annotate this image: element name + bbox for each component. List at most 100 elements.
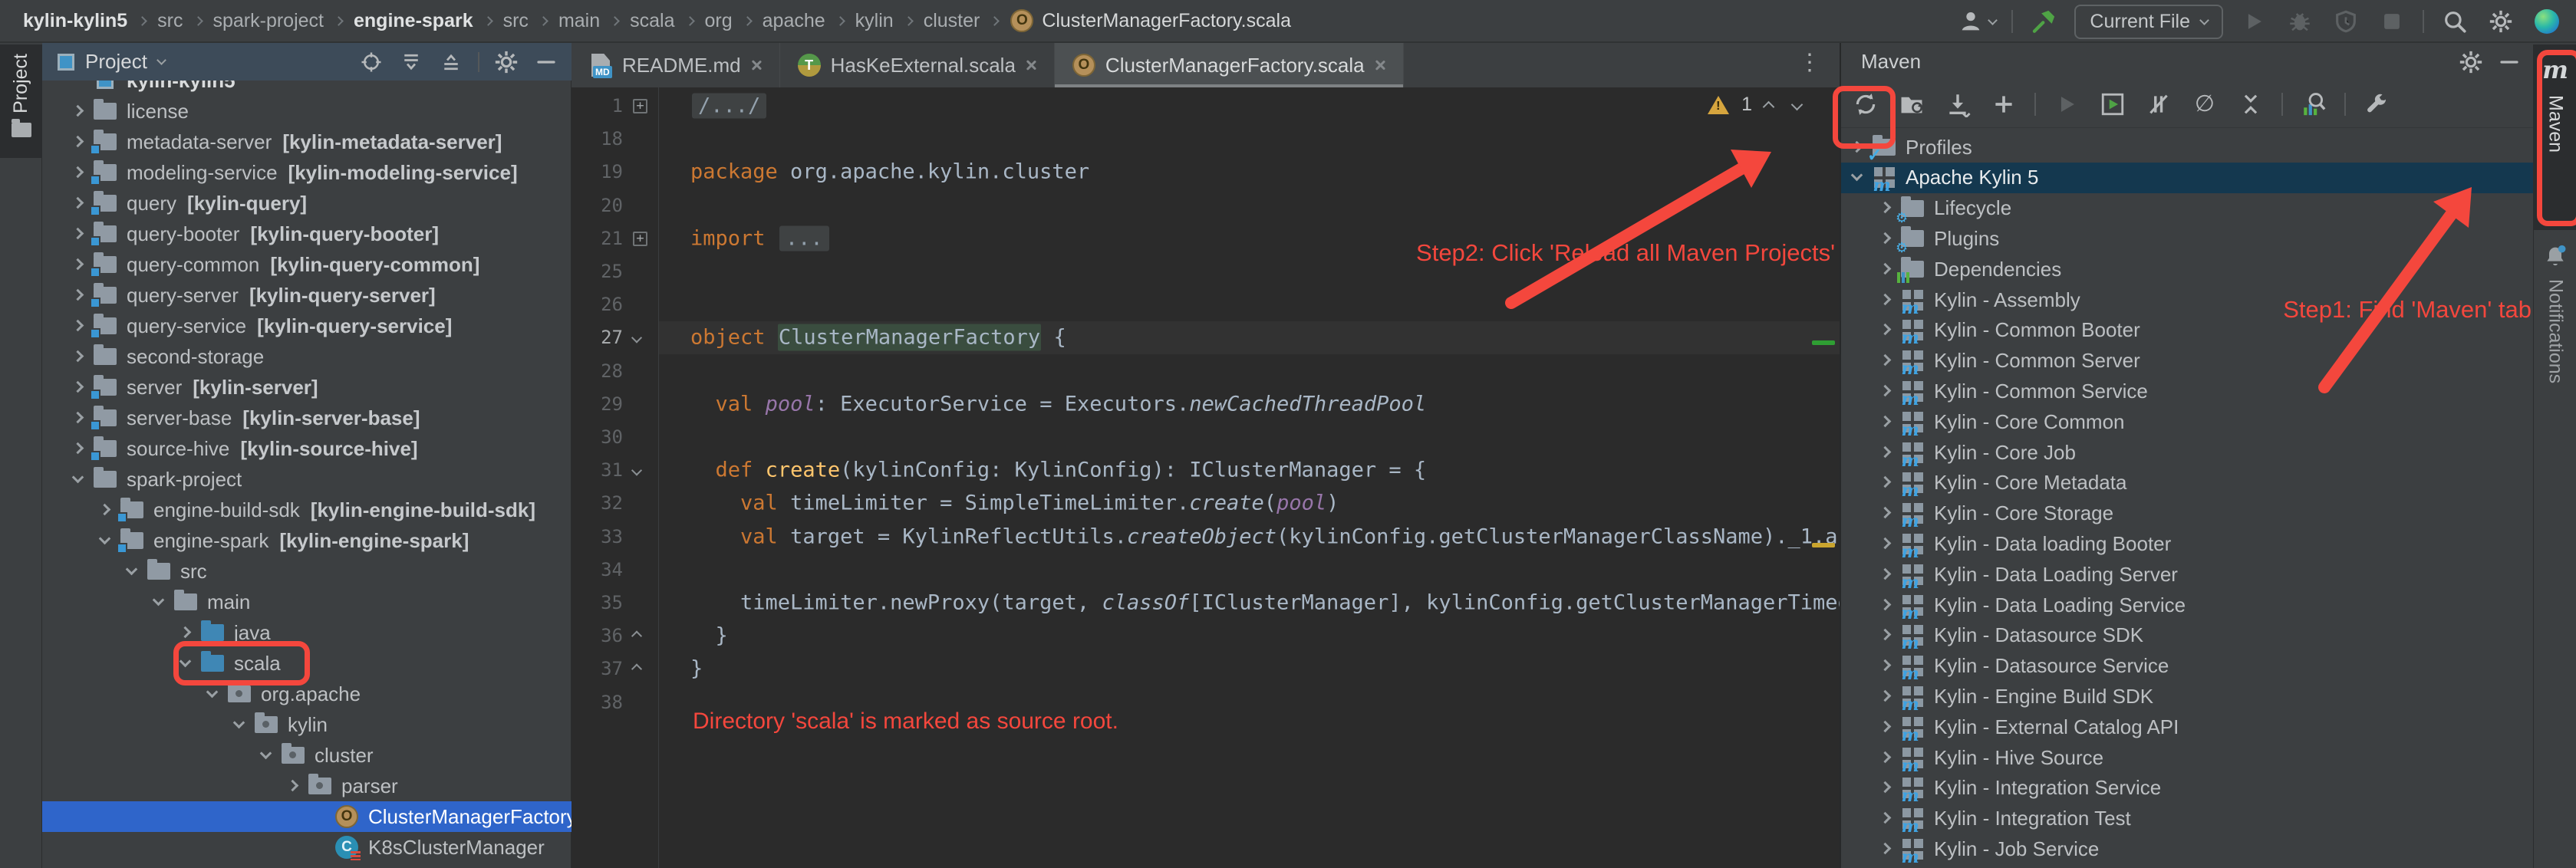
gear-icon[interactable] bbox=[2485, 6, 2516, 37]
hide-panel-icon[interactable] bbox=[2496, 49, 2522, 75]
fold-marker-icon[interactable] bbox=[633, 662, 641, 676]
project-tree-item-query-common[interactable]: query-common[kylin-query-common] bbox=[42, 249, 572, 280]
tree-chevron-icon[interactable] bbox=[71, 415, 84, 422]
maven-tree-item-kylin-external-catalog-api[interactable]: Kylin - External Catalog API bbox=[1841, 712, 2533, 742]
project-tree-item-query[interactable]: query[kylin-query] bbox=[42, 188, 572, 219]
project-tree-item-k8sclustermanager[interactable]: CK8sClusterManager bbox=[42, 832, 572, 863]
add-maven-projects-icon[interactable] bbox=[1988, 89, 2019, 120]
fold-marker-icon[interactable] bbox=[633, 463, 641, 478]
skip-tests-icon[interactable] bbox=[2143, 89, 2174, 120]
tree-chevron-icon[interactable] bbox=[1879, 510, 1891, 517]
tree-chevron-icon[interactable] bbox=[71, 446, 84, 452]
tree-chevron-icon[interactable] bbox=[206, 692, 218, 696]
tree-chevron-icon[interactable] bbox=[1879, 755, 1891, 761]
tree-chevron-icon[interactable] bbox=[1879, 663, 1891, 669]
close-icon[interactable] bbox=[1374, 59, 1386, 71]
code-line-37[interactable]: 37} bbox=[572, 653, 1840, 686]
project-tree-item-kylin-kylin5[interactable]: kylin-kylin5 bbox=[42, 81, 572, 96]
tree-chevron-icon[interactable] bbox=[1879, 602, 1891, 609]
stop-icon[interactable] bbox=[2377, 6, 2407, 37]
tree-chevron-icon[interactable] bbox=[179, 630, 191, 636]
tree-chevron-icon[interactable] bbox=[71, 169, 84, 176]
tree-chevron-icon[interactable] bbox=[71, 353, 84, 360]
breadcrumb-item-src[interactable]: src bbox=[157, 10, 183, 32]
project-tree-item-cluster[interactable]: cluster bbox=[42, 740, 572, 771]
tree-chevron-icon[interactable] bbox=[98, 507, 110, 514]
tool-strip-tab-notifications[interactable]: Notifications bbox=[2534, 238, 2576, 560]
project-tree-item-src[interactable]: src bbox=[42, 556, 572, 587]
maven-tree-item-kylin-data-loading-booter[interactable]: Kylin - Data loading Booter bbox=[1841, 528, 2533, 559]
maven-tree-item-kylin-datasource-service[interactable]: Kylin - Datasource Service bbox=[1841, 651, 2533, 682]
wrench-icon[interactable] bbox=[2361, 89, 2392, 120]
breadcrumb-item-cluster[interactable]: cluster bbox=[924, 10, 980, 32]
project-tree-item-main[interactable]: main bbox=[42, 587, 572, 617]
code-line-30[interactable]: 30 bbox=[572, 420, 1840, 453]
tree-chevron-icon[interactable] bbox=[1879, 541, 1891, 547]
project-tree-item-query-booter[interactable]: query-booter[kylin-query-booter] bbox=[42, 219, 572, 249]
project-tree-item-modeling-service[interactable]: modeling-service[kylin-modeling-service] bbox=[42, 157, 572, 188]
inspection-widget[interactable]: 1 bbox=[1708, 94, 1801, 116]
breadcrumb-item-engine-spark[interactable]: engine-spark bbox=[354, 10, 473, 32]
code-line-36[interactable]: 36 } bbox=[572, 620, 1840, 653]
tree-chevron-icon[interactable] bbox=[71, 292, 84, 299]
tree-chevron-icon[interactable] bbox=[1879, 784, 1891, 791]
breadcrumb-item-main[interactable]: main bbox=[558, 10, 600, 32]
maven-tree-item-kylin-data-loading-service[interactable]: Kylin - Data Loading Service bbox=[1841, 590, 2533, 620]
project-tree-item-engine-spark[interactable]: engine-spark[kylin-engine-spark] bbox=[42, 525, 572, 556]
project-tree-item-metadata-server[interactable]: metadata-server[kylin-metadata-server] bbox=[42, 127, 572, 157]
maven-tree-item-kylin-core-job[interactable]: Kylin - Core Job bbox=[1841, 437, 2533, 468]
close-icon[interactable] bbox=[1025, 59, 1037, 71]
tree-chevron-icon[interactable] bbox=[1879, 419, 1891, 426]
project-tree-item-source-hive[interactable]: source-hive[kylin-source-hive] bbox=[42, 433, 572, 464]
hide-panel-icon[interactable] bbox=[533, 49, 559, 75]
editor-tab-readme-md[interactable]: MDREADME.md bbox=[572, 43, 780, 87]
project-tree-item-spark-project[interactable]: spark-project bbox=[42, 464, 572, 495]
editor-tab-haskeexternal-scala[interactable]: THasKeExternal.scala bbox=[780, 43, 1055, 87]
tree-chevron-icon[interactable] bbox=[286, 783, 298, 790]
gear-icon[interactable] bbox=[493, 49, 519, 75]
ide-sphere-icon[interactable] bbox=[2532, 6, 2562, 37]
next-problem-icon[interactable] bbox=[1791, 99, 1804, 111]
tree-chevron-icon[interactable] bbox=[98, 539, 110, 543]
tree-chevron-icon[interactable] bbox=[71, 261, 84, 268]
project-tree-item-org-apache[interactable]: org.apache bbox=[42, 679, 572, 709]
project-tree-item-server[interactable]: server[kylin-server] bbox=[42, 372, 572, 403]
maven-tree-item-kylin-core-common[interactable]: Kylin - Core Common bbox=[1841, 406, 2533, 437]
tree-chevron-icon[interactable] bbox=[71, 384, 84, 391]
tree-chevron-icon[interactable] bbox=[1879, 693, 1891, 700]
maven-tree-item-kylin-data-loading-server[interactable]: Kylin - Data Loading Server bbox=[1841, 559, 2533, 590]
fold-marker-icon[interactable]: + bbox=[633, 231, 647, 246]
tree-chevron-icon[interactable] bbox=[232, 723, 245, 727]
previous-problem-icon[interactable] bbox=[1763, 101, 1775, 113]
maven-tree-item-kylin-integration-test[interactable]: Kylin - Integration Test bbox=[1841, 804, 2533, 834]
maven-tree-item-kylin-engine-build-sdk[interactable]: Kylin - Engine Build SDK bbox=[1841, 681, 2533, 712]
more-tabs-icon[interactable]: ⋮ bbox=[1798, 49, 1821, 76]
tree-chevron-icon[interactable] bbox=[152, 600, 164, 604]
download-sources-icon[interactable] bbox=[1942, 89, 1973, 120]
code-line-32[interactable]: 32 val timeLimiter = SimpleTimeLimiter.c… bbox=[572, 487, 1840, 520]
tree-chevron-icon[interactable] bbox=[1879, 724, 1891, 731]
breadcrumb-item-src[interactable]: src bbox=[503, 10, 529, 32]
breadcrumb-item-clustermanagerfactory-scala[interactable]: OClusterManagerFactory.scala bbox=[1010, 8, 1291, 33]
fold-marker-icon[interactable] bbox=[633, 330, 641, 345]
tree-chevron-icon[interactable] bbox=[1879, 479, 1891, 486]
project-tree-item-license[interactable]: license bbox=[42, 96, 572, 127]
tree-chevron-icon[interactable] bbox=[1879, 297, 1891, 304]
project-tree-item-second-storage[interactable]: second-storage bbox=[42, 341, 572, 372]
tree-chevron-icon[interactable] bbox=[1879, 357, 1891, 364]
tree-chevron-icon[interactable] bbox=[71, 478, 84, 482]
tree-chevron-icon[interactable] bbox=[1879, 205, 1891, 212]
collapse-all-icon[interactable] bbox=[2235, 89, 2266, 120]
breadcrumb-item-org[interactable]: org bbox=[705, 10, 733, 32]
project-tree-item-java[interactable]: java bbox=[42, 617, 572, 648]
tree-chevron-icon[interactable] bbox=[1879, 327, 1891, 334]
project-tree-item-parser[interactable]: parser bbox=[42, 771, 572, 801]
run-icon[interactable] bbox=[2238, 6, 2269, 37]
project-tree-item-clustermanagerfactory[interactable]: OClusterManagerFactory bbox=[42, 801, 572, 832]
generate-sources-icon[interactable] bbox=[1896, 89, 1927, 120]
fold-marker-icon[interactable]: + bbox=[633, 98, 647, 113]
tree-chevron-icon[interactable] bbox=[71, 108, 84, 115]
tree-chevron-icon[interactable] bbox=[125, 570, 137, 574]
code-line-28[interactable]: 28 bbox=[572, 354, 1840, 387]
tree-chevron-icon[interactable] bbox=[259, 754, 272, 758]
